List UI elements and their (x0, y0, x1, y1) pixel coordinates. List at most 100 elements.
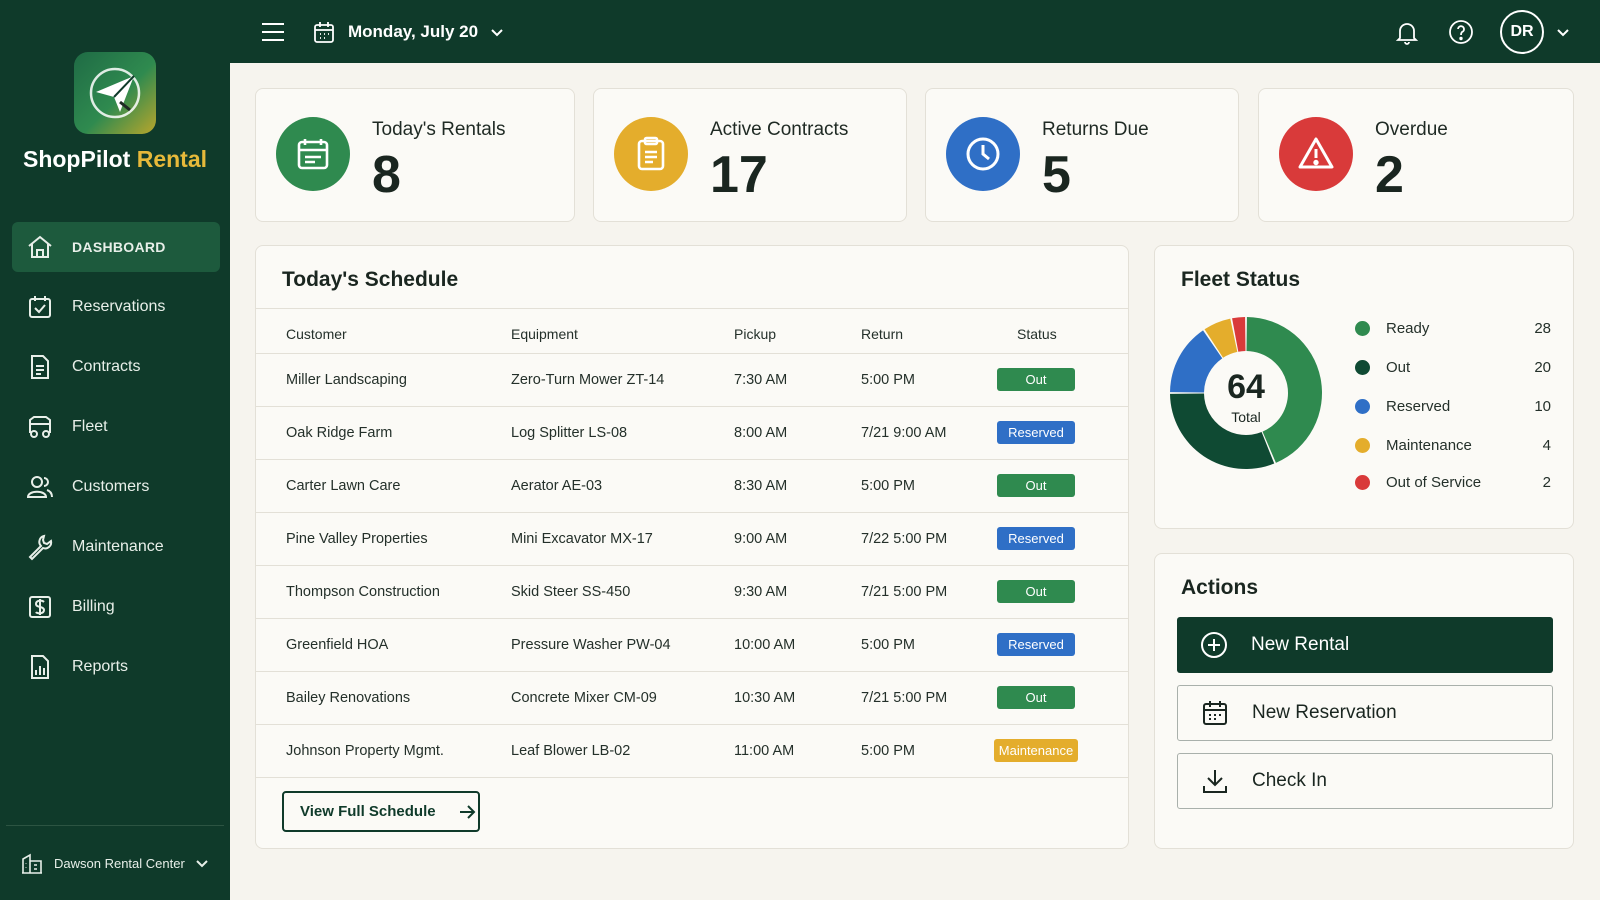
status-badge: Reserved (997, 421, 1075, 444)
cell-customer: Johnson Property Mgmt. (286, 743, 444, 759)
table-row[interactable]: Johnson Property Mgmt. Leaf Blower LB-02… (256, 724, 1128, 776)
column-header-equipment[interactable]: Equipment (511, 326, 578, 342)
download-icon (1203, 770, 1227, 793)
legend-dot (1355, 359, 1370, 375)
cell-customer: Bailey Renovations (286, 690, 411, 706)
chevron-down-icon (491, 28, 503, 36)
kpi-value: 8 (372, 146, 401, 204)
cell-equipment: Log Splitter LS-08 (511, 425, 628, 441)
topbar-actions: DR (1366, 9, 1570, 54)
sidebar-item-dashboard[interactable]: DASHBOARD (12, 222, 220, 272)
button-label: New Reservation (1252, 702, 1397, 723)
fleet-total: 64 (1227, 368, 1265, 406)
legend-dot (1355, 398, 1370, 414)
sidebar-item-customers[interactable]: Customers (12, 462, 220, 512)
kpi-value: 17 (710, 146, 768, 204)
home-icon (28, 235, 52, 258)
date-picker[interactable]: Monday, July 20 (312, 20, 504, 44)
sidebar-nav: DASHBOARD Reservations Contracts Fleet C… (12, 222, 220, 702)
table-row[interactable]: Bailey Renovations Concrete Mixer CM-09 … (256, 671, 1128, 723)
sidebar-item-label: Customers (72, 478, 150, 495)
table-row[interactable]: Thompson Construction Skid Steer SS-450 … (256, 565, 1128, 617)
status-badge: Out (997, 686, 1075, 709)
todays-schedule-panel: Today's Schedule Customer Equipment Pick… (255, 245, 1129, 849)
kpi-label: Overdue (1375, 119, 1448, 140)
plus-circle-icon (1201, 632, 1227, 658)
help-icon[interactable] (1448, 19, 1474, 45)
cell-pickup: 8:30 AM (734, 478, 788, 494)
legend-label: Reserved (1386, 397, 1451, 415)
cell-pickup: 9:00 AM (734, 531, 788, 547)
cell-equipment: Leaf Blower LB-02 (511, 743, 631, 759)
sidebar-item-label: Fleet (72, 418, 108, 435)
new-reservation-button[interactable]: New Reservation (1177, 685, 1553, 741)
table-row[interactable]: Pine Valley Properties Mini Excavator MX… (256, 512, 1128, 564)
kpi-active-contracts[interactable]: Active Contracts 17 (593, 88, 907, 222)
calendar-icon (1203, 701, 1227, 725)
cell-customer: Thompson Construction (286, 584, 440, 600)
kpi-value: 2 (1375, 146, 1404, 204)
table-row[interactable]: Greenfield HOA Pressure Washer PW-04 10:… (256, 618, 1128, 670)
table-row[interactable]: Miller Landscaping Zero-Turn Mower ZT-14… (256, 353, 1128, 405)
legend-item-reserved: Reserved 10 (1355, 395, 1551, 417)
calendar-icon (314, 21, 334, 43)
calendar-check-icon (29, 296, 51, 318)
avatar[interactable]: DR (1500, 9, 1544, 54)
kpi-label: Active Contracts (710, 119, 849, 140)
cell-pickup: 8:00 AM (734, 425, 788, 441)
sidebar-item-label: Maintenance (72, 538, 164, 555)
fleet-total-label: Total (1231, 409, 1261, 425)
cell-equipment: Zero-Turn Mower ZT-14 (511, 372, 665, 388)
column-header-customer[interactable]: Customer (286, 326, 347, 342)
location-selector[interactable]: Dawson Rental Center (6, 825, 224, 900)
table-row[interactable]: Oak Ridge Farm Log Splitter LS-08 8:00 A… (256, 406, 1128, 458)
column-header-return[interactable]: Return (861, 326, 903, 342)
sidebar-item-contracts[interactable]: Contracts (12, 342, 220, 392)
cell-equipment: Aerator AE-03 (511, 478, 603, 494)
legend-value: 20 (1534, 358, 1551, 376)
legend-label: Out (1386, 358, 1411, 376)
status-badge: Out (997, 580, 1075, 603)
kpi-overdue[interactable]: Overdue 2 (1258, 88, 1574, 222)
legend-item-maintenance: Maintenance 4 (1355, 434, 1551, 456)
sidebar-item-fleet[interactable]: Fleet (12, 402, 220, 452)
kpi-label: Today's Rentals (372, 119, 506, 140)
sidebar-item-billing[interactable]: Billing (12, 582, 220, 632)
legend-label: Ready (1386, 319, 1430, 337)
status-badge: Out (997, 368, 1075, 391)
sidebar-item-label: Contracts (72, 358, 141, 375)
location-label: Dawson Rental Center (54, 855, 185, 871)
sidebar-item-maintenance[interactable]: Maintenance (12, 522, 220, 572)
kpi-todays-rentals[interactable]: Today's Rentals 8 (255, 88, 575, 222)
legend-value: 10 (1534, 397, 1551, 415)
sidebar-item-reports[interactable]: Reports (12, 642, 220, 692)
cell-pickup: 9:30 AM (734, 584, 788, 600)
sidebar-item-reservations[interactable]: Reservations (12, 282, 220, 332)
column-header-pickup[interactable]: Pickup (734, 326, 776, 342)
dollar-icon (29, 596, 51, 618)
column-header-status[interactable]: Status (1017, 326, 1057, 342)
wrench-icon (28, 534, 53, 561)
cell-pickup: 10:30 AM (734, 690, 796, 706)
cell-return: 7/21 9:00 AM (861, 425, 947, 441)
divider (256, 308, 1128, 309)
brand-logo[interactable]: ShopPilot Rental (0, 52, 230, 173)
kpi-returns-due[interactable]: Returns Due 5 (925, 88, 1239, 222)
cell-return: 7/22 5:00 PM (861, 531, 948, 547)
actions-title: Actions (1181, 576, 1259, 599)
menu-icon[interactable] (260, 19, 286, 45)
legend-dot (1355, 320, 1370, 336)
check-in-button[interactable]: Check In (1177, 753, 1553, 809)
table-row[interactable]: Carter Lawn Care Aerator AE-03 8:30 AM 5… (256, 459, 1128, 511)
status-badge: Maintenance (994, 739, 1078, 762)
legend-value: 28 (1534, 319, 1551, 337)
view-full-schedule-button[interactable]: View Full Schedule (282, 791, 480, 832)
sidebar-item-label: DASHBOARD (72, 239, 166, 255)
new-rental-button[interactable]: New Rental (1177, 617, 1553, 673)
chevron-down-icon[interactable] (1556, 25, 1570, 39)
cell-equipment: Skid Steer SS-450 (511, 584, 631, 600)
cell-return: 5:00 PM (861, 478, 915, 494)
bell-icon[interactable] (1394, 19, 1420, 45)
legend-dot (1355, 437, 1370, 453)
actions-panel: Actions New Rental New Reservation Check… (1154, 553, 1574, 849)
